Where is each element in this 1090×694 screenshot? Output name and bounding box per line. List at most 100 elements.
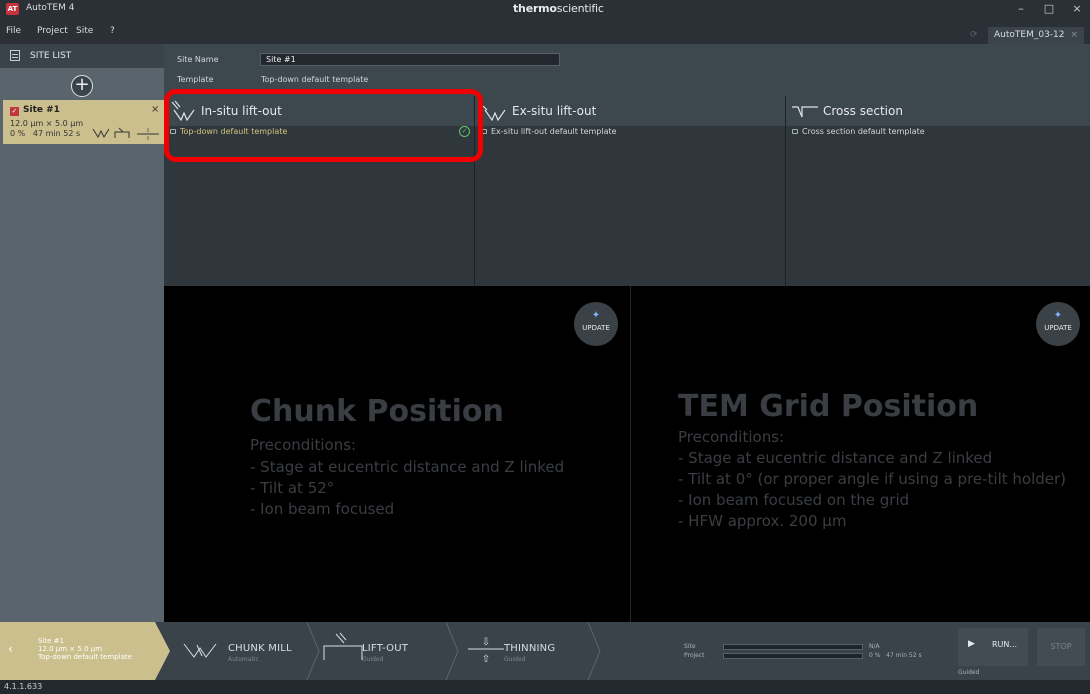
workflow-cross-section[interactable]: Cross section Cross section default temp… xyxy=(786,96,1090,286)
tem-grid-position-panel: ✦ UPDATE TEM Grid Position Preconditions… xyxy=(631,286,1090,622)
workflow-template-label: Ex-situ lift-out default template xyxy=(491,127,617,136)
brand-bold: thermo xyxy=(513,2,557,15)
chunk-mill-icon xyxy=(183,643,217,658)
step-separator xyxy=(587,622,601,680)
current-site-dimensions: 12.0 µm × 5.0 µm xyxy=(38,645,103,653)
template-value: Top-down default template xyxy=(261,75,369,84)
maximize-button[interactable]: □ xyxy=(1038,1,1060,17)
panel-line: - Stage at eucentric distance and Z link… xyxy=(250,458,565,476)
step-separator xyxy=(445,622,459,680)
site-progress-label: Site xyxy=(684,643,696,650)
panel-line: Preconditions: xyxy=(678,428,785,446)
app-title: AutoTEM 4 xyxy=(26,3,75,13)
site-progress-bar xyxy=(723,644,863,650)
lock-icon xyxy=(792,129,798,134)
chunk-position-panel: ✦ UPDATE Chunk Position Preconditions: -… xyxy=(164,286,630,622)
menu-help[interactable]: ? xyxy=(110,26,115,36)
project-tab-close-icon[interactable]: × xyxy=(1070,27,1078,44)
workflow-header: Cross section xyxy=(786,96,1090,126)
list-icon xyxy=(10,50,20,61)
current-site-name: Site #1 xyxy=(38,637,64,645)
step-name: LIFT-OUT xyxy=(362,643,409,654)
close-window-button[interactable]: × xyxy=(1066,1,1088,17)
step-thinning[interactable]: ⇩ ⇧ THINNING Guided xyxy=(462,622,602,680)
update-icon: ✦ xyxy=(591,310,601,321)
lift-out-icon xyxy=(323,632,363,660)
workflow-template-row[interactable]: Ex-situ lift-out default template xyxy=(475,126,785,138)
workflow-in-situ[interactable]: In-situ lift-out Top-down default templa… xyxy=(164,96,475,286)
back-chevron-icon[interactable]: ‹ xyxy=(8,642,13,656)
in-situ-lift-out-icon xyxy=(171,100,195,122)
workflow-template-label: Cross section default template xyxy=(802,127,925,136)
step-chunk-mill[interactable]: CHUNK MILL Automatic xyxy=(170,622,310,680)
project-tab[interactable]: AutoTEM_03-12 × xyxy=(988,27,1084,44)
run-mode-label: Guided xyxy=(958,669,980,676)
site-card-dimensions: 12.0 µm × 5.0 µm xyxy=(10,119,84,128)
workflow-ex-situ[interactable]: Ex-situ lift-out Ex-situ lift-out defaul… xyxy=(475,96,786,286)
workflow-steps-icon: ⇩ ⇧ xyxy=(92,127,159,140)
panel-title: Chunk Position xyxy=(250,394,504,429)
menu-project[interactable]: Project xyxy=(37,26,68,36)
svg-text:⇧: ⇧ xyxy=(482,654,490,664)
site-remove-icon[interactable]: × xyxy=(151,104,159,115)
menu-file[interactable]: File xyxy=(6,26,21,36)
cross-section-icon xyxy=(792,106,818,118)
project-progress-label: Project xyxy=(684,652,705,659)
step-mode: Guided xyxy=(504,656,526,663)
site-checkbox[interactable]: ✓ xyxy=(10,107,19,116)
site-info-header: Site Name Site #1 Template Top-down defa… xyxy=(164,44,1090,96)
current-site-tile[interactable]: ‹ Site #1 12.0 µm × 5.0 µm Top-down defa… xyxy=(0,622,170,680)
template-label: Template xyxy=(177,75,214,84)
brand-light: scientific xyxy=(556,2,604,15)
panel-line: - Tilt at 52° xyxy=(250,479,335,497)
workflow-template-row[interactable]: Cross section default template xyxy=(786,126,1090,138)
project-progress-bar xyxy=(723,653,863,659)
update-icon: ✦ xyxy=(1053,310,1063,321)
brand-logo: thermoscientific xyxy=(513,2,604,15)
svg-text:⇩: ⇩ xyxy=(146,128,150,134)
site-list-title: SITE LIST xyxy=(30,51,72,61)
svg-text:⇩: ⇩ xyxy=(482,637,490,648)
project-progress-time: 47 min 52 s xyxy=(886,652,922,659)
panel-line: - Ion beam focused xyxy=(250,500,395,518)
run-label: RUN... xyxy=(992,640,1018,649)
site-progress-value: N/A xyxy=(869,643,880,650)
panel-line: - HFW approx. 200 µm xyxy=(678,512,847,530)
workflow-template-label: Top-down default template xyxy=(180,127,288,136)
update-button[interactable]: ✦ UPDATE xyxy=(574,302,618,346)
site-name-input[interactable]: Site #1 xyxy=(260,53,560,66)
update-label: UPDATE xyxy=(582,324,610,332)
stop-button[interactable]: STOP xyxy=(1037,628,1085,666)
site-card[interactable]: ✓ Site #1 × 12.0 µm × 5.0 µm 0 % 47 min … xyxy=(3,100,164,144)
refresh-icon[interactable]: ⟳ xyxy=(970,30,978,40)
project-tab-label: AutoTEM_03-12 xyxy=(994,30,1065,40)
workflow-title: Ex-situ lift-out xyxy=(512,104,597,118)
project-progress-percent: 0 % xyxy=(869,652,881,659)
workflow-template-row[interactable]: Top-down default template ✓ xyxy=(164,126,474,138)
workflow-bar: ‹ Site #1 12.0 µm × 5.0 µm Top-down defa… xyxy=(0,622,1090,680)
workflow-header: Ex-situ lift-out xyxy=(475,96,785,126)
step-lift-out[interactable]: LIFT-OUT Guided xyxy=(322,622,452,680)
update-label: UPDATE xyxy=(1044,324,1072,332)
workflow-header: In-situ lift-out xyxy=(164,96,474,126)
status-bar: 4.1.1.633 xyxy=(0,680,1090,694)
step-name: CHUNK MILL xyxy=(228,643,292,654)
site-card-progress: 0 % 47 min 52 s xyxy=(10,129,80,138)
title-bar: AT AutoTEM 4 thermoscientific – □ × xyxy=(0,0,1090,18)
update-button[interactable]: ✦ UPDATE xyxy=(1036,302,1080,346)
step-mode: Automatic xyxy=(228,656,259,663)
site-list-header: SITE LIST xyxy=(0,44,164,68)
panel-line: - Ion beam focused on the grid xyxy=(678,491,910,509)
run-button[interactable]: ▶ RUN... xyxy=(958,628,1028,666)
panel-line: Preconditions: xyxy=(250,436,357,454)
autotem-window: AT AutoTEM 4 thermoscientific – □ × File… xyxy=(0,0,1090,694)
workflow-title: In-situ lift-out xyxy=(201,104,282,118)
svg-text:⇧: ⇧ xyxy=(146,136,150,140)
play-icon: ▶ xyxy=(968,639,975,649)
workflow-title: Cross section xyxy=(823,104,903,118)
add-site-button[interactable]: + xyxy=(71,75,93,97)
site-card-percent: 0 % xyxy=(10,129,26,138)
menu-site[interactable]: Site xyxy=(76,26,93,36)
minimize-button[interactable]: – xyxy=(1010,1,1032,17)
project-progress-value: 0 % 47 min 52 s xyxy=(869,652,922,659)
